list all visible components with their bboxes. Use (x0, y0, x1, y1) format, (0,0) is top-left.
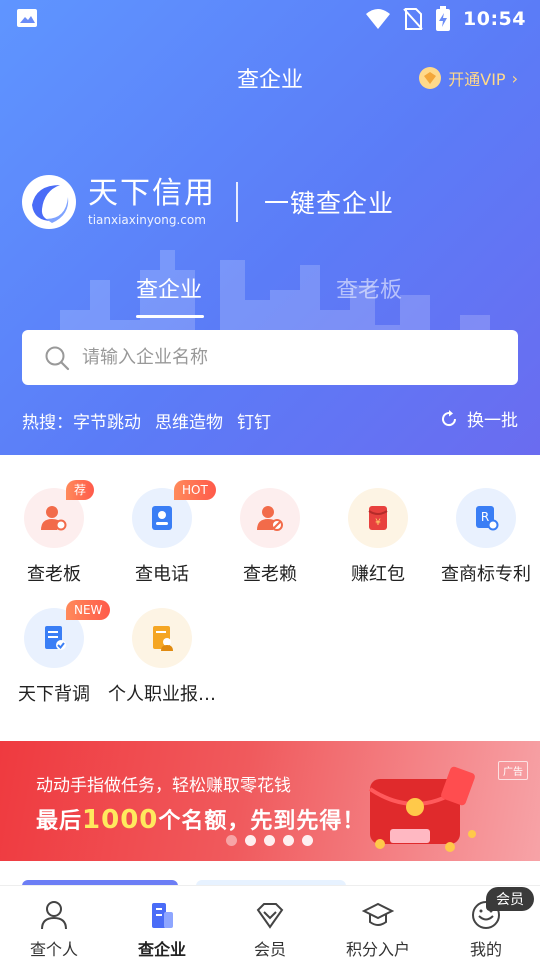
hot-search-item[interactable]: 字节跳动 (73, 408, 141, 433)
hot-search-item[interactable]: 钉钉 (237, 408, 271, 433)
vip-diamond-icon (419, 67, 442, 89)
tianxia-logo (22, 175, 76, 229)
no-sim-icon (403, 8, 423, 30)
tab-boss[interactable]: 查老板 (336, 272, 402, 304)
refresh-button[interactable]: 换一批 (439, 406, 518, 431)
refresh-icon (442, 409, 457, 426)
open-vip-link[interactable]: 开通VIP › (418, 66, 518, 90)
tab-company[interactable]: 查企业 (136, 272, 202, 304)
person-ban-icon (240, 488, 300, 548)
nav-label: 我的 (469, 940, 502, 959)
top-bar: 查企业 开通VIP › (0, 58, 540, 98)
carousel-dot-active[interactable] (226, 835, 237, 846)
carousel-dot[interactable] (245, 835, 256, 846)
hot-search-label: 热搜： (22, 412, 73, 433)
graduation-cap-icon (362, 902, 394, 926)
red-packet-illustration (368, 766, 476, 852)
hot-badge: HOT (174, 480, 216, 500)
image-icon (17, 9, 37, 27)
search-box[interactable] (22, 330, 518, 385)
feature-label: 查老赖 (243, 564, 297, 585)
trademark-search-icon: R (456, 488, 516, 548)
search-input[interactable] (82, 347, 482, 368)
hot-search-item[interactable]: 思维造物 (155, 408, 223, 433)
banner-subline-b: 个名额，先到先得！ (158, 809, 366, 834)
feature-defaulter-search[interactable]: 查老赖 (216, 478, 324, 586)
feature-phone-search[interactable]: 查电话 HOT (108, 478, 216, 586)
feature-background-check[interactable]: 天下背调 NEW (0, 598, 111, 706)
ad-banner[interactable]: 动动手指做任务，轻松赚取零花钱 最后1000个名额，先到先得！ 广告 (0, 741, 540, 861)
vip-label: 开通VIP (448, 70, 506, 89)
feature-trademark-patent[interactable]: R 查商标专利 (432, 478, 540, 586)
diamond-icon (256, 903, 284, 929)
banner-subline-a: 最后 (36, 809, 83, 834)
banner-headline: 动动手指做任务，轻松赚取零花钱 (36, 776, 291, 796)
wifi-icon (366, 9, 391, 29)
nav-company-search[interactable]: 查企业 (108, 900, 216, 960)
carousel-dot[interactable] (302, 835, 313, 846)
search-icon (45, 346, 70, 370)
svg-text:R: R (481, 510, 489, 524)
svg-text:¥: ¥ (375, 518, 381, 528)
career-report-icon (132, 608, 192, 668)
nav-label: 积分入户 (345, 940, 410, 959)
red-packet-icon: ¥ (348, 488, 408, 548)
feature-label: 天下背调 (18, 684, 90, 705)
nav-label: 查个人 (29, 940, 78, 959)
feature-label: 查商标专利 (441, 564, 531, 585)
nav-membership[interactable]: 会员 (216, 900, 324, 960)
new-badge: NEW (66, 600, 111, 620)
brand-block: 天下信用 tianxiaxinyong.com 一键查企业 (22, 172, 394, 232)
feature-label: 查电话 (135, 564, 189, 585)
carousel-dot[interactable] (264, 835, 275, 846)
feature-label: 查老板 (27, 564, 81, 585)
person-icon (41, 901, 67, 930)
brand-name: 天下信用 (88, 176, 216, 211)
feature-career-report[interactable]: 个人职业报… (108, 598, 216, 706)
nav-label: 查企业 (137, 940, 186, 959)
tab-indicator (136, 315, 204, 318)
nav-points[interactable]: 积分入户 (324, 900, 432, 960)
search-type-tabs: 查企业 查老板 (0, 272, 540, 320)
battery-charging-icon (436, 6, 451, 31)
nav-label: 会员 (253, 940, 286, 959)
brand-slogan: 一键查企业 (264, 189, 395, 218)
building-icon (152, 903, 173, 928)
carousel-dot[interactable] (283, 835, 294, 846)
member-badge: 会员 (486, 887, 534, 911)
banner-subline-number: 1000 (82, 805, 159, 835)
banner-subline: 最后1000个名额，先到先得！ (36, 803, 365, 835)
bottom-navigation: 查个人 查企业 会员 积分入户 我的 (0, 885, 540, 960)
status-bar: 10:54 (0, 0, 540, 38)
feature-label: 赚红包 (351, 564, 405, 585)
refresh-label: 换一批 (467, 411, 518, 431)
nav-person-search[interactable]: 查个人 (0, 900, 108, 960)
feature-boss-search[interactable]: 查老板 荐 (0, 478, 108, 586)
clock: 10:54 (463, 8, 526, 30)
feature-label: 个人职业报… (108, 684, 216, 705)
carousel-dots (226, 835, 313, 846)
recommend-badge: 荐 (66, 480, 95, 500)
feature-red-packet[interactable]: ¥ 赚红包 (324, 478, 432, 586)
hot-search-bar: 热搜： 字节跳动 思维造物 钉钉 换一批 (22, 406, 518, 434)
brand-divider (236, 182, 238, 222)
chevron-right-icon: › (511, 68, 518, 88)
brand-url: tianxiaxinyong.com (88, 213, 206, 227)
